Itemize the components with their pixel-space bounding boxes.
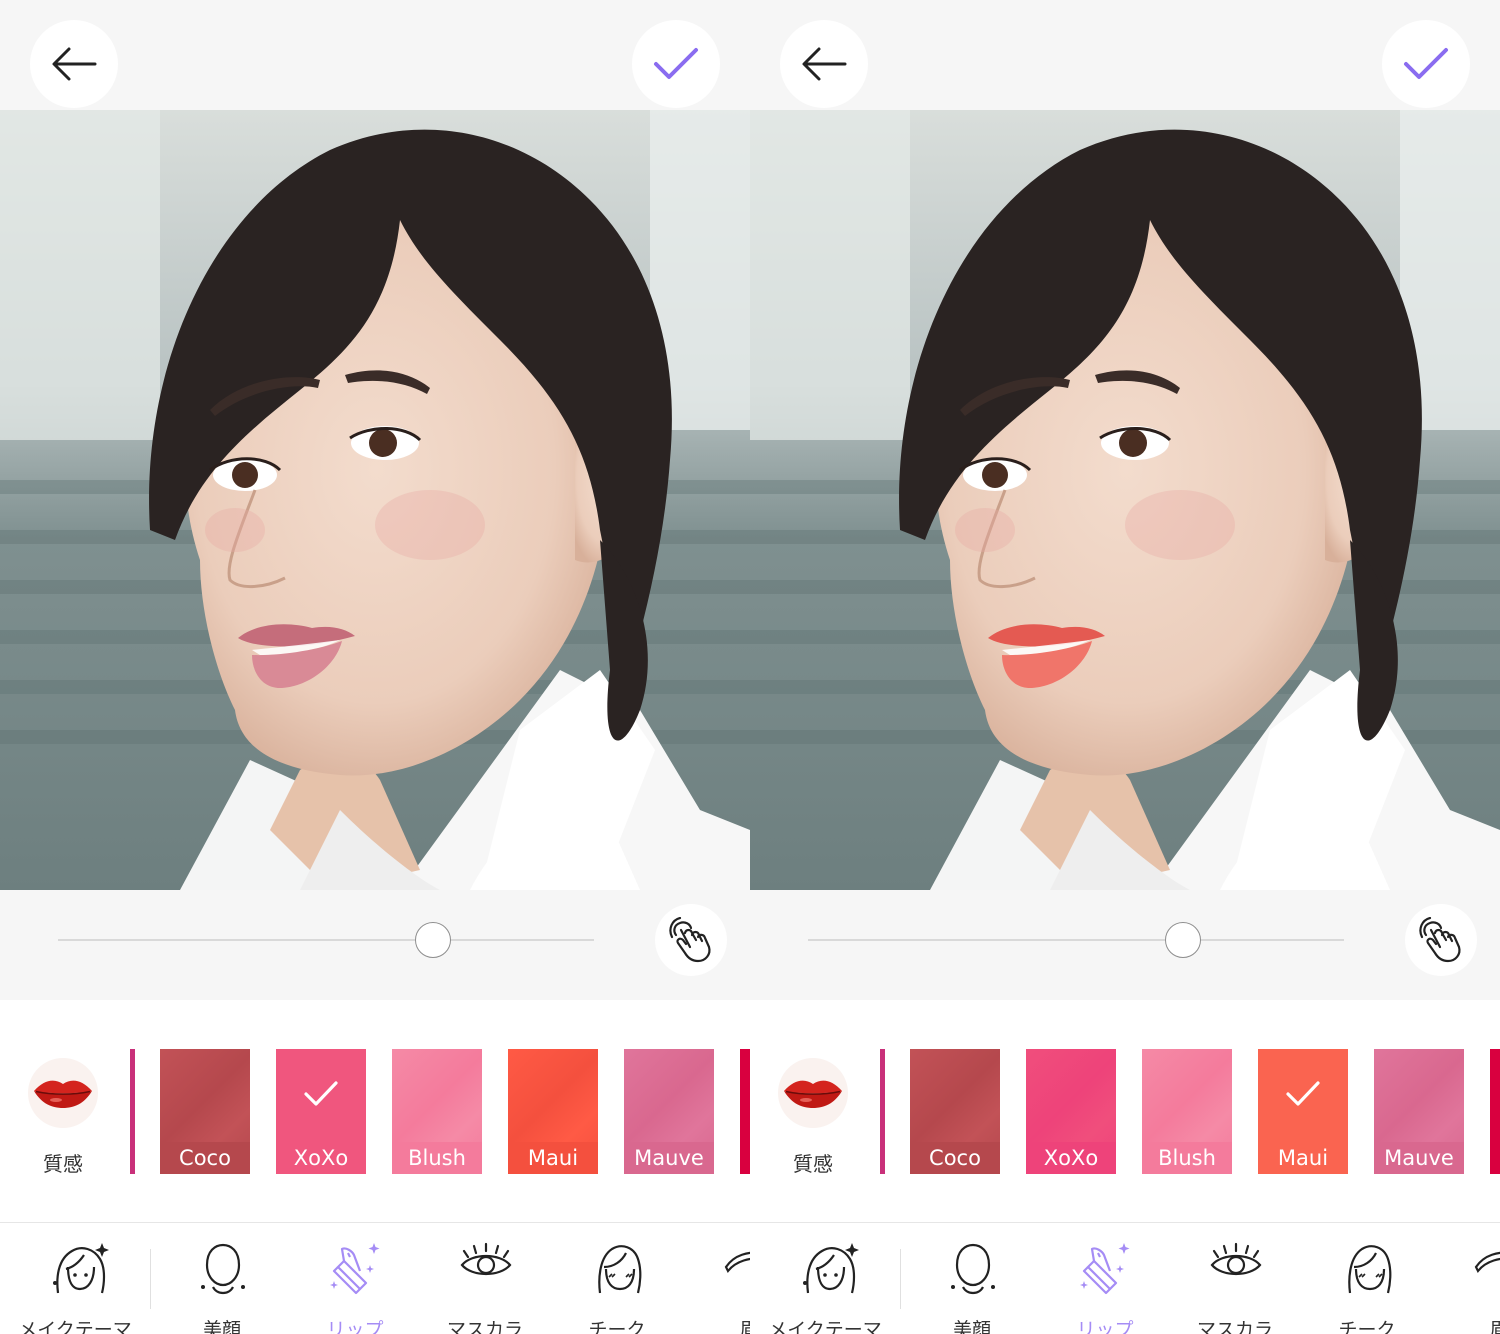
tab-label: メイクテーマ bbox=[768, 1319, 882, 1334]
swatch-xoxo[interactable]: XoXo bbox=[1026, 1049, 1116, 1174]
tab-label: マスカラ bbox=[1196, 1319, 1273, 1334]
intensity-slider-track[interactable] bbox=[808, 939, 1344, 941]
swatch-edge-left bbox=[130, 1049, 135, 1174]
lip-color-swatches: 質感 Coco XoXo Blush Maui Mauve bbox=[750, 1000, 1500, 1222]
swatch-coco[interactable]: Coco bbox=[910, 1049, 1000, 1174]
portrait-photo bbox=[0, 110, 750, 890]
tab-label: 美顔 bbox=[952, 1319, 991, 1334]
tab-eyebrow[interactable]: 眉 bbox=[1434, 1241, 1500, 1334]
swatch-label: Mauve bbox=[624, 1142, 714, 1174]
tab-face-sparkle[interactable]: メイクテーマ bbox=[10, 1241, 140, 1334]
texture-button[interactable] bbox=[778, 1058, 848, 1128]
tab-eye-lash[interactable]: マスカラ bbox=[420, 1241, 550, 1334]
swatch-label: Mauve bbox=[1374, 1142, 1464, 1174]
texture-label: 質感 bbox=[43, 1152, 83, 1176]
arrow-left-icon bbox=[52, 47, 97, 81]
category-tab-bar: メイクテーマ 美顔 リップ マスカラ チーク 眉 bbox=[0, 1222, 750, 1334]
tab-label: チーク bbox=[1338, 1319, 1396, 1334]
tab-lipstick[interactable]: リップ bbox=[1040, 1241, 1170, 1334]
top-bar bbox=[0, 0, 750, 110]
checkmark-icon bbox=[654, 48, 698, 79]
swatch-edge-right bbox=[740, 1049, 750, 1174]
intensity-slider-area bbox=[750, 890, 1500, 1000]
editor-panel-after: 質感 Coco XoXo Blush Maui Mauve メイクテーマ 美顔 リップ マスカ… bbox=[750, 0, 1500, 1334]
swatch-label: XoXo bbox=[276, 1142, 366, 1174]
swatch-maui[interactable]: Maui bbox=[508, 1049, 598, 1174]
tab-face-outline[interactable]: 美顔 bbox=[157, 1241, 287, 1334]
checkmark-icon bbox=[1404, 48, 1448, 79]
selected-check-icon bbox=[1286, 1081, 1320, 1106]
tab-divider bbox=[150, 1249, 151, 1309]
tab-label: 美顔 bbox=[202, 1319, 241, 1334]
tab-face-outline[interactable]: 美顔 bbox=[907, 1241, 1037, 1334]
swatch-edge-left bbox=[880, 1049, 885, 1174]
tab-eyebrow[interactable]: 眉 bbox=[684, 1241, 750, 1334]
selected-check-icon bbox=[304, 1081, 338, 1106]
tab-label: 眉 bbox=[1489, 1319, 1500, 1334]
swatch-edge-right bbox=[1490, 1049, 1500, 1174]
swatch-coco[interactable]: Coco bbox=[160, 1049, 250, 1174]
tab-cheek-face[interactable]: チーク bbox=[552, 1241, 682, 1334]
swatch-label: Coco bbox=[910, 1142, 1000, 1174]
portrait-photo bbox=[750, 110, 1500, 890]
swatch-label: Blush bbox=[392, 1142, 482, 1174]
arrow-left-icon bbox=[802, 47, 847, 81]
texture-button[interactable] bbox=[28, 1058, 98, 1128]
tab-label: チーク bbox=[588, 1319, 646, 1334]
swatch-label: Maui bbox=[508, 1142, 598, 1174]
top-bar bbox=[750, 0, 1500, 110]
intensity-slider-thumb[interactable] bbox=[415, 922, 452, 958]
swatch-blush[interactable]: Blush bbox=[392, 1049, 482, 1174]
back-button[interactable] bbox=[780, 20, 868, 108]
confirm-button[interactable] bbox=[1382, 20, 1470, 108]
category-tab-bar: メイクテーマ 美顔 リップ マスカラ チーク 眉 bbox=[750, 1222, 1500, 1334]
tab-label: マスカラ bbox=[446, 1319, 523, 1334]
swatch-label: XoXo bbox=[1026, 1142, 1116, 1174]
swatch-label: Blush bbox=[1142, 1142, 1232, 1174]
tab-face-sparkle[interactable]: メイクテーマ bbox=[760, 1241, 890, 1334]
intensity-slider-area bbox=[0, 890, 750, 1000]
swatch-blush[interactable]: Blush bbox=[1142, 1049, 1232, 1174]
tab-label: リップ bbox=[1076, 1319, 1134, 1334]
lip-color-swatches: 質感 Coco XoXo Blush Maui Mauve bbox=[0, 1000, 750, 1222]
swatch-xoxo[interactable]: XoXo bbox=[276, 1049, 366, 1174]
confirm-button[interactable] bbox=[632, 20, 720, 108]
compare-button[interactable] bbox=[1405, 904, 1477, 976]
tab-label: 眉 bbox=[739, 1319, 750, 1334]
tab-lipstick[interactable]: リップ bbox=[290, 1241, 420, 1334]
tab-eye-lash[interactable]: マスカラ bbox=[1170, 1241, 1300, 1334]
compare-button[interactable] bbox=[655, 904, 727, 976]
swatch-mauve[interactable]: Mauve bbox=[1374, 1049, 1464, 1174]
editor-panel-before: 質感 Coco XoXo Blush Maui Mauve メイクテーマ 美顔 リップ マスカ… bbox=[0, 0, 750, 1334]
swatch-mauve[interactable]: Mauve bbox=[624, 1049, 714, 1174]
lips-icon bbox=[34, 1080, 92, 1108]
hand-touch-icon bbox=[1419, 917, 1461, 963]
swatch-maui[interactable]: Maui bbox=[1258, 1049, 1348, 1174]
intensity-slider-track[interactable] bbox=[58, 939, 594, 941]
tab-cheek-face[interactable]: チーク bbox=[1302, 1241, 1432, 1334]
hand-touch-icon bbox=[669, 917, 711, 963]
tab-label: メイクテーマ bbox=[18, 1319, 132, 1334]
lips-icon bbox=[784, 1080, 842, 1108]
tab-label: リップ bbox=[326, 1319, 384, 1334]
swatch-label: Maui bbox=[1258, 1142, 1348, 1174]
intensity-slider-thumb[interactable] bbox=[1165, 922, 1202, 958]
texture-label: 質感 bbox=[793, 1152, 833, 1176]
back-button[interactable] bbox=[30, 20, 118, 108]
tab-divider bbox=[900, 1249, 901, 1309]
swatch-label: Coco bbox=[160, 1142, 250, 1174]
